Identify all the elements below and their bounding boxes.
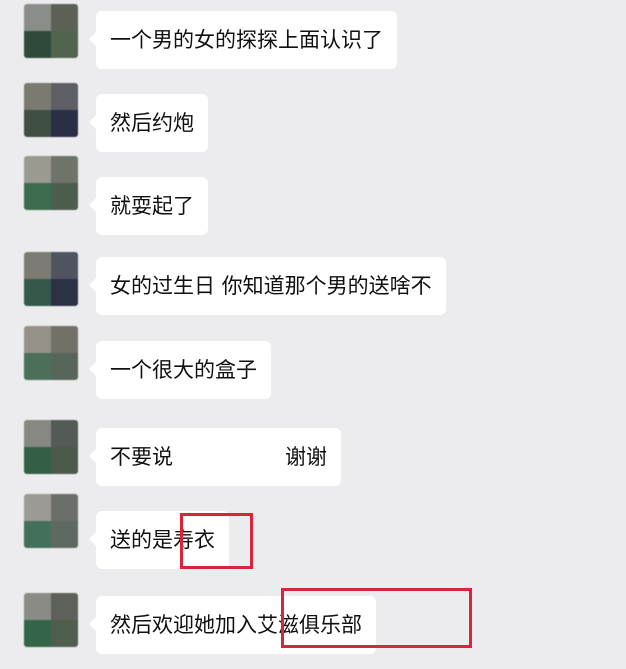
avatar[interactable] (24, 420, 78, 474)
message-text: 一个男的女的探探上面认识了 (110, 28, 383, 52)
message-bubble[interactable]: 就耍起了 (89, 177, 208, 235)
message-text-right: 谢谢 (285, 445, 327, 469)
message-bubble[interactable]: 然后约炮 (89, 94, 208, 152)
avatar[interactable] (24, 252, 78, 306)
avatar[interactable] (24, 83, 78, 137)
message-text: 不要说 (110, 445, 173, 469)
message-text: 就耍起了 (110, 194, 194, 218)
chat-view: 一个男的女的探探上面认识了 然后约炮 就耍起了 女的过生日 你知道那个男的送啥不 (0, 0, 626, 669)
highlight-box (180, 513, 253, 569)
avatar[interactable] (24, 593, 78, 647)
message-text: 女的过生日 你知道那个男的送啥不 (110, 274, 432, 298)
message-bubble[interactable]: 一个很大的盒子 (89, 341, 271, 399)
avatar[interactable] (24, 494, 78, 548)
avatar[interactable] (24, 4, 78, 58)
avatar[interactable] (24, 326, 78, 380)
message-bubble[interactable]: 一个男的女的探探上面认识了 (89, 11, 397, 69)
message-bubble[interactable]: 不要说 谢谢 (89, 428, 341, 486)
message-bubble[interactable]: 女的过生日 你知道那个男的送啥不 (89, 257, 446, 315)
message-text: 然后约炮 (110, 111, 194, 135)
highlight-box (281, 588, 472, 648)
message-text: 一个很大的盒子 (110, 358, 257, 382)
avatar[interactable] (24, 156, 78, 210)
